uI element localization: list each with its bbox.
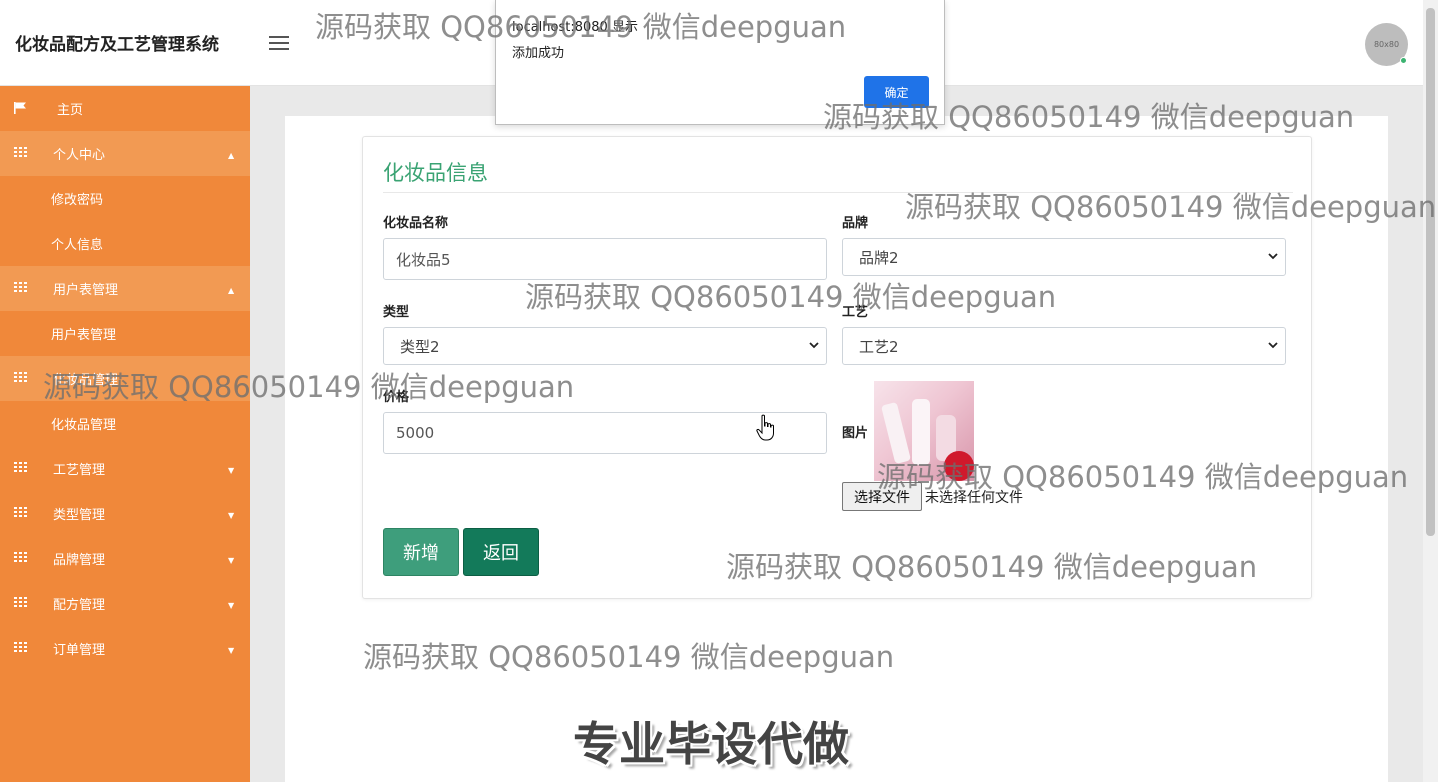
- grid-icon: [14, 552, 27, 564]
- sidebar-item-process-management[interactable]: 工艺管理 ▼: [0, 446, 250, 491]
- process-select-value: 工艺2: [859, 337, 899, 356]
- sidebar-subitem-cosmetics-management[interactable]: 化妆品管理: [0, 401, 250, 446]
- sidebar-item-label: 工艺管理: [53, 463, 106, 478]
- sidebar-item-cosmetics-management[interactable]: 化妆品管理: [0, 356, 250, 401]
- sidebar-item-user-management[interactable]: 用户表管理 ▲: [0, 266, 250, 311]
- sidebar-subitem-personal-info[interactable]: 个人信息: [0, 221, 250, 266]
- grid-icon: [14, 642, 27, 654]
- chevron-down-icon: ▼: [228, 511, 235, 520]
- vertical-scrollbar[interactable]: [1423, 0, 1438, 782]
- type-select-value: 类型2: [400, 337, 440, 356]
- sidebar-item-label: 类型管理: [53, 508, 106, 523]
- online-status-dot: [1400, 57, 1407, 64]
- type-select[interactable]: 类型2: [383, 327, 827, 365]
- add-button[interactable]: 新增: [383, 528, 459, 576]
- sidebar-item-label: 主页: [57, 103, 84, 118]
- brand-select[interactable]: 品牌2: [842, 238, 1286, 276]
- chevron-down-icon: ▼: [228, 601, 235, 610]
- sidebar-item-personal-center[interactable]: 个人中心 ▲: [0, 131, 250, 176]
- price-label: 价格: [383, 390, 410, 405]
- chevron-down-icon: ▼: [228, 466, 235, 475]
- sidebar-item-label: 订单管理: [53, 643, 106, 658]
- hand-cursor-icon: [756, 414, 774, 441]
- sidebar-subitem-change-password[interactable]: 修改密码: [0, 176, 250, 221]
- form-title: 化妆品信息: [383, 161, 488, 185]
- sidebar-item-label: 化妆品管理: [53, 373, 119, 388]
- flag-icon: [14, 102, 26, 114]
- sidebar-item-label: 配方管理: [53, 598, 106, 613]
- app-title: 化妆品配方及工艺管理系统: [15, 35, 219, 55]
- sidebar-item-label: 个人信息: [51, 238, 104, 253]
- cosmetic-form-card: 化妆品信息 化妆品名称 化妆品5 品牌 品牌2 类型 类型2 工艺 工艺2 价格…: [362, 136, 1312, 599]
- product-image: [874, 381, 974, 481]
- chevron-up-icon: ▲: [228, 151, 235, 160]
- image-label: 图片: [842, 426, 869, 441]
- sidebar-item-label: 用户表管理: [53, 283, 119, 298]
- back-button[interactable]: 返回: [463, 528, 539, 576]
- grid-icon: [14, 597, 27, 609]
- sidebar-item-home[interactable]: 主页: [0, 86, 250, 131]
- grid-icon: [14, 372, 27, 384]
- chevron-down-icon: [809, 342, 819, 349]
- chevron-down-icon: [1268, 253, 1278, 260]
- chevron-up-icon: ▲: [228, 286, 235, 295]
- dialog-ok-button[interactable]: 确定: [864, 76, 929, 108]
- chevron-down-icon: ▼: [228, 556, 235, 565]
- process-label: 工艺: [842, 305, 869, 320]
- sidebar-subitem-user-management[interactable]: 用户表管理: [0, 311, 250, 356]
- sidebar-item-label: 品牌管理: [53, 553, 106, 568]
- process-select[interactable]: 工艺2: [842, 327, 1286, 365]
- brand-label: 品牌: [842, 216, 869, 231]
- sidebar-item-type-management[interactable]: 类型管理 ▼: [0, 491, 250, 536]
- type-label: 类型: [383, 305, 410, 320]
- chevron-down-icon: [1268, 342, 1278, 349]
- sidebar: 主页 个人中心 ▲ 修改密码 个人信息 用户表管理 ▲ 用户表管理 化妆品管理 …: [0, 86, 250, 782]
- alert-dialog: localhost:8080 显示 添加成功 确定: [495, 0, 945, 125]
- grid-icon: [14, 507, 27, 519]
- name-input[interactable]: 化妆品5: [383, 238, 827, 280]
- dialog-message: 添加成功: [512, 46, 565, 61]
- sidebar-item-order-management[interactable]: 订单管理 ▼: [0, 626, 250, 671]
- brand-select-value: 品牌2: [859, 248, 899, 267]
- file-status-text: 未选择任何文件: [925, 490, 1023, 506]
- sidebar-item-brand-management[interactable]: 品牌管理 ▼: [0, 536, 250, 581]
- hamburger-menu-icon[interactable]: [269, 36, 289, 52]
- sidebar-item-formula-management[interactable]: 配方管理 ▼: [0, 581, 250, 626]
- dialog-origin-text: localhost:8080 显示: [512, 20, 638, 35]
- sidebar-item-label: 修改密码: [51, 193, 104, 208]
- grid-icon: [14, 462, 27, 474]
- sidebar-item-label: 化妆品管理: [51, 418, 117, 433]
- sidebar-item-label: 用户表管理: [51, 328, 117, 343]
- name-label: 化妆品名称: [383, 216, 449, 231]
- divider: [383, 192, 1293, 193]
- grid-icon: [14, 282, 27, 294]
- choose-file-button[interactable]: 选择文件: [842, 482, 922, 511]
- chevron-down-icon: ▼: [228, 646, 235, 655]
- grid-icon: [14, 147, 27, 159]
- sidebar-item-label: 个人中心: [53, 148, 106, 163]
- scrollbar-thumb[interactable]: [1426, 8, 1435, 536]
